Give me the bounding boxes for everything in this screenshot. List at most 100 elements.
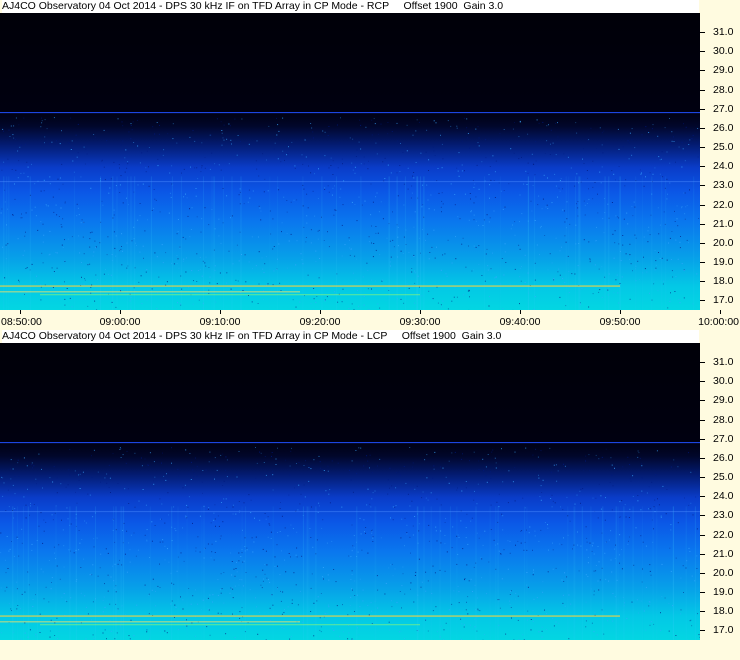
noise-speckle <box>152 126 154 128</box>
noise-speckle <box>23 117 25 119</box>
noise-speckle <box>577 544 579 546</box>
noise-speckle <box>415 162 417 163</box>
y-tick <box>700 630 705 632</box>
noise-speckle <box>108 192 110 194</box>
noise-speckle <box>131 129 133 131</box>
noise-speckle <box>157 585 159 587</box>
noise-speckle <box>43 530 45 532</box>
noise-speckle <box>298 462 300 463</box>
noise-speckle <box>220 613 222 615</box>
noise-speckle <box>54 552 56 554</box>
noise-speckle <box>9 468 11 470</box>
noise-speckle <box>529 526 531 528</box>
noise-speckle <box>456 127 458 129</box>
noise-speckle <box>508 470 510 472</box>
noise-speckle <box>266 564 268 566</box>
y-tick <box>700 300 705 302</box>
noise-speckle <box>509 540 511 542</box>
noise-speckle <box>469 193 471 194</box>
noise-speckle <box>438 192 440 194</box>
noise-speckle <box>696 273 698 275</box>
noise-speckle <box>406 532 408 534</box>
noise-speckle <box>680 577 682 579</box>
noise-speckle <box>478 537 480 539</box>
noise-speckle <box>484 634 486 635</box>
noise-speckle <box>148 147 150 148</box>
noise-speckle <box>280 290 282 291</box>
noise-speckle <box>110 492 111 493</box>
noise-speckle <box>444 570 446 572</box>
noise-speckle <box>31 163 32 165</box>
noise-speckle <box>468 245 469 247</box>
noise-speckle <box>89 574 91 576</box>
noise-speckle <box>25 143 27 145</box>
noise-speckle <box>103 129 105 131</box>
noise-speckle <box>93 251 95 253</box>
noise-speckle <box>441 167 443 169</box>
noise-speckle <box>664 127 666 129</box>
noise-speckle <box>188 588 190 589</box>
noise-speckle <box>35 633 37 635</box>
noise-speckle <box>418 558 420 560</box>
noise-speckle <box>627 140 629 142</box>
noise-speckle <box>209 594 211 596</box>
noise-speckle <box>367 168 369 170</box>
noise-speckle <box>18 279 20 281</box>
noise-speckle <box>188 286 190 288</box>
noise-speckle <box>119 192 121 193</box>
noise-speckle <box>83 221 85 223</box>
noise-speckle <box>614 242 616 244</box>
noise-speckle <box>124 553 126 555</box>
noise-speckle <box>288 553 290 554</box>
noise-speckle <box>12 134 14 136</box>
noise-speckle <box>550 471 552 473</box>
noise-speckle <box>390 564 391 566</box>
noise-speckle <box>487 454 489 455</box>
noise-speckle <box>236 476 238 478</box>
noise-speckle <box>187 215 189 217</box>
noise-speckle <box>58 544 60 546</box>
noise-speckle <box>274 556 276 558</box>
noise-speckle <box>266 577 268 579</box>
y-tick-label: 30.0 <box>713 45 734 58</box>
noise-speckle <box>355 279 357 281</box>
noise-speckle <box>559 190 561 192</box>
noise-speckle <box>684 218 686 220</box>
noise-speckle <box>464 170 465 172</box>
noise-speckle <box>23 496 25 498</box>
noise-speckle <box>683 269 685 271</box>
noise-speckle <box>428 540 430 542</box>
noise-speckle <box>530 629 532 631</box>
noise-speckle <box>81 283 82 285</box>
noise-speckle <box>418 237 420 239</box>
noise-speckle <box>210 557 212 559</box>
noise-speckle <box>619 534 621 536</box>
noise-speckle <box>442 467 444 469</box>
noise-speckle <box>232 613 233 615</box>
noise-speckle <box>670 570 672 572</box>
noise-speckle <box>548 124 549 126</box>
noise-speckle <box>95 246 97 248</box>
noise-speckle <box>434 257 436 259</box>
noise-speckle <box>206 626 208 628</box>
noise-speckle <box>397 245 399 247</box>
noise-speckle <box>675 635 677 636</box>
noise-speckle <box>152 578 154 580</box>
noise-speckle <box>6 586 8 588</box>
noise-speckle <box>377 589 379 591</box>
noise-speckle <box>76 156 78 158</box>
noise-speckle <box>206 598 208 600</box>
noise-speckle <box>691 575 693 577</box>
noise-speckle <box>248 189 250 191</box>
noise-speckle <box>473 245 475 247</box>
noise-speckle <box>622 235 624 236</box>
noise-speckle <box>31 462 33 464</box>
x-tick <box>220 310 221 314</box>
noise-speckle <box>153 483 155 485</box>
noise-speckle <box>514 268 516 270</box>
noise-speckle <box>551 494 553 496</box>
noise-speckle <box>275 458 277 460</box>
noise-speckle <box>190 479 192 480</box>
noise-speckle <box>473 451 475 453</box>
noise-speckle <box>365 126 367 128</box>
